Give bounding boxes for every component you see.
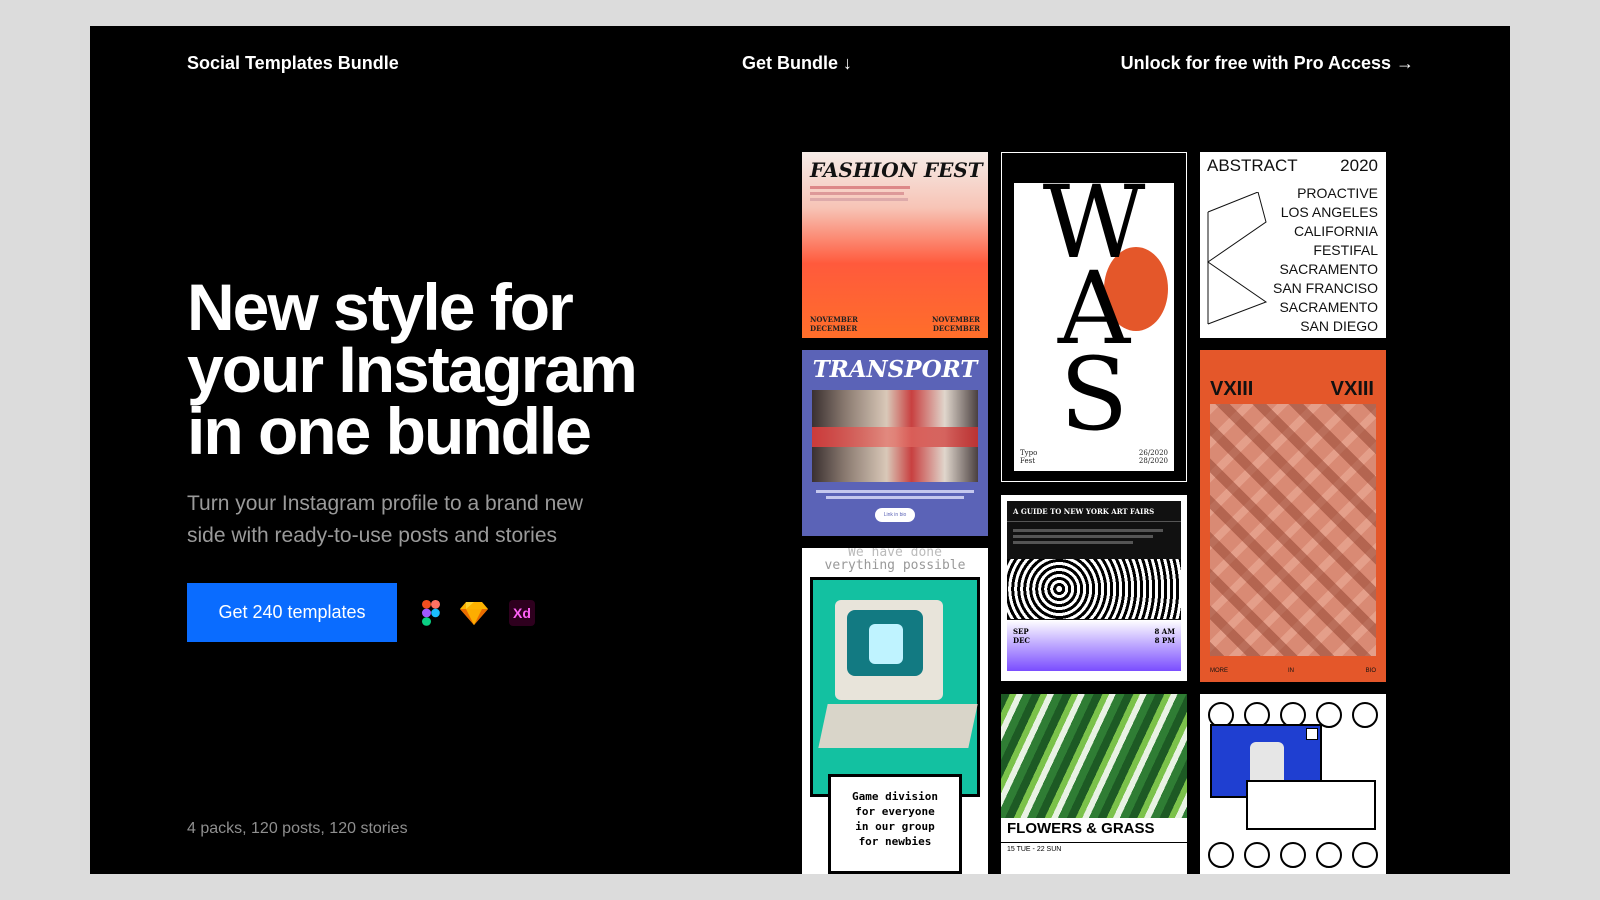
landing-page: Social Templates Bundle Get Bundle ↓ Unl… xyxy=(90,26,1510,874)
flowers-title: FLOWERS & GRASS xyxy=(1007,820,1155,837)
abstract-city: SAN DIEGO xyxy=(1300,318,1378,334)
text-line xyxy=(816,490,974,493)
art-fairs-card[interactable]: A GUIDE TO NEW YORK ART FAIRS SEP DEC 8 … xyxy=(1001,495,1187,681)
fashion-dates-right: NOVEMBER DECEMBER xyxy=(932,315,980,333)
vxiii-left: VXIII xyxy=(1210,378,1254,400)
text-line xyxy=(1013,541,1133,544)
get-bundle-link[interactable]: Get Bundle ↓ xyxy=(742,53,852,74)
keyboard xyxy=(818,704,978,748)
retro-caption: Game division for everyone in our group … xyxy=(828,774,962,874)
abstract-city: FESTIFAL xyxy=(1313,242,1378,258)
fashion-title: FASHION FEST xyxy=(810,158,983,182)
brand-link[interactable]: Social Templates Bundle xyxy=(187,53,399,74)
vxiii-in: IN xyxy=(1288,668,1294,674)
transport-title: TRANSPORT xyxy=(812,356,978,383)
art-fairs-poster: A GUIDE TO NEW YORK ART FAIRS SEP DEC 8 … xyxy=(1007,501,1181,671)
hero-subtitle-line: side with ready-to-use posts and stories xyxy=(187,524,558,547)
sketch-icon xyxy=(460,599,488,627)
op-art-pattern xyxy=(1007,559,1181,619)
was-poster-card[interactable]: W A S Typo Fest 26/2020 28/2020 xyxy=(1001,152,1187,482)
divider xyxy=(1007,521,1181,522)
art-fairs-months: SEP DEC xyxy=(1013,627,1030,645)
text-line xyxy=(810,198,908,201)
xd-label: Xd xyxy=(513,605,531,621)
xd-icon: Xd xyxy=(509,600,535,626)
hero-title: New style for your Instagram in one bund… xyxy=(187,270,687,468)
text-line xyxy=(810,192,904,195)
computer-screen xyxy=(847,610,923,676)
abstract-city: CALIFORNIA xyxy=(1293,223,1378,239)
was-letter-s: S xyxy=(1059,336,1129,453)
text-line xyxy=(826,496,964,499)
text-line xyxy=(1013,529,1163,532)
hero-title-line: your Instagram xyxy=(187,332,638,406)
vxiii-more: MORE xyxy=(1210,668,1228,674)
flowers-grass-card[interactable]: FLOWERS & GRASS 15 TUE - 22 SUN xyxy=(1001,694,1187,874)
vxiii-card[interactable]: VXIII VXIII MORE IN BIO xyxy=(1200,350,1386,682)
close-icon: × xyxy=(1306,728,1318,740)
abstract-city-list: PROACTIVE LOS ANGELES CALIFORNIA FESTIFA… xyxy=(1273,184,1378,336)
abstract-city: LOS ANGELES xyxy=(1280,204,1378,220)
vxiii-right: VXIII xyxy=(1330,378,1374,400)
train-photo xyxy=(812,390,978,482)
computer-monitor xyxy=(835,600,943,700)
stone-texture xyxy=(1210,404,1376,656)
vxiii-bio: BIO xyxy=(1365,668,1376,674)
was-poster: W A S Typo Fest 26/2020 28/2020 xyxy=(1014,173,1174,471)
dollar-coin-icon: $ xyxy=(1208,842,1234,868)
leaves-photo xyxy=(1001,694,1187,818)
abstract-city: SACRAMENTO xyxy=(1279,261,1378,277)
dollar-coin-icon: $ xyxy=(1244,842,1270,868)
hero-title-line: New style for xyxy=(187,270,574,344)
bundle-stats: 4 packs, 120 posts, 120 stories xyxy=(187,820,408,837)
transport-link-button: Link in bio xyxy=(875,508,915,522)
abstract-year: 2020 xyxy=(1340,156,1378,175)
abstract-city: SACRAMENTO xyxy=(1279,299,1378,315)
abstract-card[interactable]: ABSTRACT 2020 PROACTIVE LOS ANGELES CALI… xyxy=(1200,152,1386,338)
dollar-coin-icon: $ xyxy=(1280,842,1306,868)
shirt-graphic xyxy=(869,624,903,664)
abstract-city: SAN FRANCISO xyxy=(1272,280,1378,296)
art-fairs-hours: 8 AM 8 PM xyxy=(1154,627,1176,645)
stone-photo xyxy=(1210,404,1376,656)
was-left-caption: Typo Fest xyxy=(1020,449,1038,465)
dollar-coin-icon: $ xyxy=(1352,842,1378,868)
transport-card[interactable]: TRANSPORT Link in bio xyxy=(802,350,988,536)
fashion-dates-left: NOVEMBER DECEMBER xyxy=(810,315,858,333)
was-right-caption: 26/2020 28/2020 xyxy=(1138,449,1168,465)
fashion-fest-card[interactable]: FASHION FEST NOVEMBER DECEMBER NOVEMBER … xyxy=(802,152,988,338)
dollar-coin-icon: $ xyxy=(1316,842,1342,868)
bankruptcy-caption: Protect your business from bankruptcy xyxy=(1246,780,1376,830)
hero-title-line: in one bundle xyxy=(187,394,592,468)
bankruptcy-card[interactable]: $ $ $ $ $ × Protect your business from b… xyxy=(1200,694,1386,874)
flowers-dates: 15 TUE - 22 SUN xyxy=(1007,846,1062,853)
retro-top-line-2: verything possible xyxy=(824,558,966,573)
text-line xyxy=(810,186,910,189)
unlock-pro-link[interactable]: Unlock for free with Pro Access → xyxy=(1121,53,1414,74)
hero-subtitle: Turn your Instagram profile to a brand n… xyxy=(187,488,627,552)
train-blur xyxy=(812,426,978,448)
hero-subtitle-line: Turn your Instagram profile to a brand n… xyxy=(187,492,584,515)
abstract-city: PROACTIVE xyxy=(1297,185,1378,201)
abstract-title: ABSTRACT xyxy=(1207,156,1298,175)
art-fairs-title: A GUIDE TO NEW YORK ART FAIRS xyxy=(1013,507,1155,516)
coin-row-bottom: $ $ $ $ $ xyxy=(1208,842,1378,870)
text-line xyxy=(1013,535,1153,538)
divider xyxy=(1001,842,1187,843)
dollar-coin-icon: $ xyxy=(1352,702,1378,728)
figma-icon xyxy=(417,599,445,627)
get-templates-button[interactable]: Get 240 templates xyxy=(187,583,397,642)
retro-photo xyxy=(810,577,980,797)
retro-computer-card[interactable]: We have done verything possible Game div… xyxy=(802,548,988,874)
